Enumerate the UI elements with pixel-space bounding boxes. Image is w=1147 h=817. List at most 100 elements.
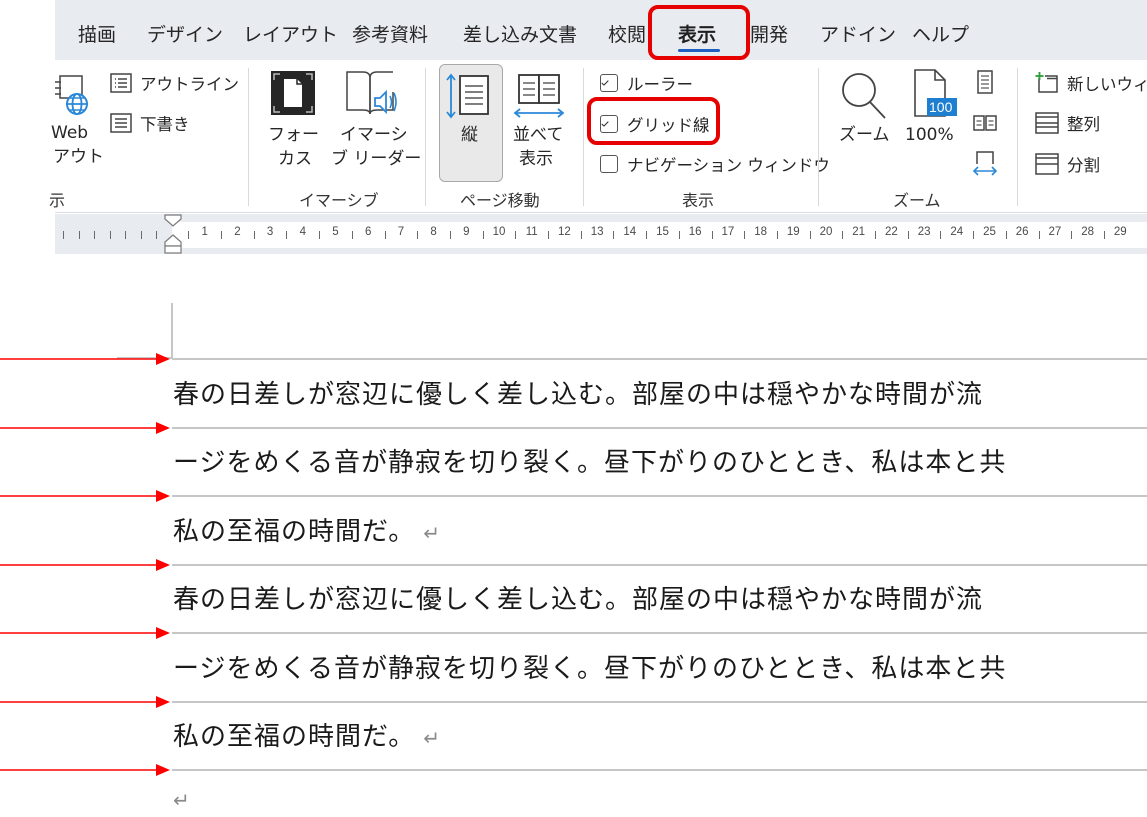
zoom-100-badge: 100	[929, 99, 953, 115]
document-line[interactable]: 私の至福の時間だ。 ↵	[173, 511, 441, 548]
indent-markers-icon[interactable]	[164, 214, 182, 254]
vertical-label: 縦	[461, 125, 478, 145]
zoom-100-button[interactable]: 100	[903, 66, 959, 176]
page-width-icon[interactable]	[972, 150, 998, 178]
ruler-number: 19	[786, 226, 800, 238]
ruler-tick	[221, 231, 223, 239]
ruler-tick	[744, 231, 746, 239]
ruler-number: 24	[950, 226, 964, 238]
arrange-all-icon	[1035, 112, 1059, 134]
ruler-tick	[613, 231, 615, 239]
page-movement-group-label: ページ移動	[460, 191, 540, 210]
split-button[interactable]: 分割	[1035, 151, 1100, 177]
immersive-reader-icon	[346, 71, 397, 115]
ruler-tick	[109, 231, 111, 239]
ruler-number: 10	[492, 226, 506, 238]
new-window-label: 新しいウィン	[1067, 75, 1147, 94]
ruler-number: 22	[884, 226, 898, 238]
web-layout-button[interactable]	[55, 74, 95, 120]
gridline	[172, 769, 1147, 771]
tab-references[interactable]: 参考資料	[352, 20, 428, 47]
document-line[interactable]: 春の日差しが窓辺に優しく差し込む。部屋の中は穏やかな時間が流	[173, 579, 983, 616]
ruler-tick	[809, 231, 811, 239]
split-icon	[1035, 153, 1059, 175]
ruler-tick	[875, 231, 877, 239]
tab-view[interactable]: 表示	[678, 20, 716, 47]
outline-icon	[110, 73, 132, 93]
outline-button[interactable]: アウトライン	[110, 70, 239, 96]
ruler-tick	[286, 231, 288, 239]
multiple-pages-icon[interactable]	[973, 114, 997, 132]
document-line[interactable]: 春の日差しが窓辺に優しく差し込む。部屋の中は穏やかな時間が流	[173, 374, 983, 411]
ruler-tick	[156, 231, 157, 239]
horizontal-ruler[interactable]: 1 2 3 4 5 6 7 8 9 10 11 12 13 14 15 16 17 18 19 20 21 22 23 24 2…	[55, 214, 1147, 254]
ruler-number: 5	[332, 226, 339, 238]
tab-review[interactable]: 校閲	[608, 20, 646, 47]
ruler-tick	[907, 231, 909, 239]
annotation-arrow-icon	[0, 559, 170, 571]
tab-help[interactable]: ヘルプ	[912, 20, 969, 47]
ruler-tick	[1071, 231, 1073, 239]
tab-layout[interactable]: レイアウト	[243, 20, 338, 47]
group-separator	[583, 68, 584, 206]
ruler-tick	[973, 231, 975, 239]
document-page[interactable]: 春の日差しが窓辺に優しく差し込む。部屋の中は穏やかな時間が流 ージをめくる音が静…	[0, 254, 1147, 817]
ruler-number: 9	[463, 226, 470, 238]
ruler-tick	[63, 231, 64, 239]
active-tab-underline	[678, 49, 720, 52]
ruler-tick	[78, 231, 80, 239]
annotation-arrow-icon	[0, 764, 170, 776]
gridline	[172, 358, 1147, 360]
annotation-arrow-icon	[0, 696, 170, 708]
paragraph-mark-icon: ↵	[423, 521, 441, 545]
annotation-arrow-icon	[0, 353, 170, 365]
arrange-all-button[interactable]: 整列	[1035, 110, 1100, 136]
ruler-tick	[776, 231, 778, 239]
empty-paragraph[interactable]: ↵	[173, 784, 191, 814]
document-line[interactable]: ージをめくる音が静寂を切り裂く。昼下がりのひととき、私は本と共	[173, 442, 1006, 479]
draft-button[interactable]: 下書き	[110, 110, 190, 136]
outline-label: アウトライン	[140, 75, 239, 94]
one-page-icon[interactable]	[975, 70, 995, 94]
zoom-label: ズーム	[839, 125, 890, 145]
navigation-pane-checkbox[interactable]: ナビゲーション ウィンドウ	[600, 151, 830, 177]
tab-addins[interactable]: アドイン	[820, 20, 896, 47]
gridlines-check-icon	[600, 115, 618, 133]
document-line[interactable]: ージをめくる音が静寂を切り裂く。昼下がりのひととき、私は本と共	[173, 648, 1006, 685]
ribbon-tab-bar: 描画 デザイン レイアウト 参考資料 差し込み文書 校閲 表示 開発 アドイン …	[55, 0, 1147, 60]
ruler-number: 14	[623, 226, 637, 238]
gridline	[172, 701, 1147, 703]
draft-label: 下書き	[140, 115, 190, 134]
immersive-group-label: イマーシブ	[299, 191, 379, 210]
gridlines-checkbox[interactable]: グリッド線	[600, 111, 710, 137]
ruler-tick	[1038, 231, 1040, 239]
ruler-checkbox[interactable]: ルーラー	[600, 70, 693, 96]
web-layout-label-2: アウト	[53, 147, 104, 167]
tab-draw[interactable]: 描画	[78, 20, 116, 47]
tab-developer[interactable]: 開発	[750, 20, 788, 47]
document-line[interactable]: 私の至福の時間だ。 ↵	[173, 716, 441, 753]
tab-design[interactable]: デザイン	[147, 20, 223, 47]
side-by-side-icon	[513, 74, 565, 118]
new-window-button[interactable]: 新しいウィン	[1035, 70, 1147, 96]
ruler-check-icon	[600, 74, 618, 92]
ruler-tick	[125, 231, 126, 239]
ruler-number: 29	[1113, 226, 1127, 238]
ruler-tick	[253, 231, 255, 239]
ruler-scale: 1 2 3 4 5 6 7 8 9 10 11 12 13 14 15 16 17 18 19 20 21 22 23 24 2…	[55, 222, 1147, 248]
ruler-tick	[646, 231, 648, 239]
group-separator	[248, 68, 249, 206]
zoom-button[interactable]	[835, 66, 893, 176]
ribbon-view: Web アウト 示 アウトライン 下書き フォー カス イマーシ ブ リーダー …	[49, 60, 1147, 213]
group-separator	[1017, 68, 1018, 206]
tab-mailings[interactable]: 差し込み文書	[463, 20, 577, 47]
gridline	[172, 564, 1147, 566]
margin-corner-mark	[171, 303, 173, 359]
ruler-tick	[1005, 231, 1007, 239]
navigation-pane-unchecked-icon	[600, 155, 618, 173]
vertical-page-icon	[446, 73, 489, 119]
gridline	[172, 495, 1147, 497]
focus-icon	[271, 71, 315, 115]
magnifier-icon	[842, 73, 886, 119]
immersive-reader-label-1: イマーシ	[340, 125, 408, 145]
